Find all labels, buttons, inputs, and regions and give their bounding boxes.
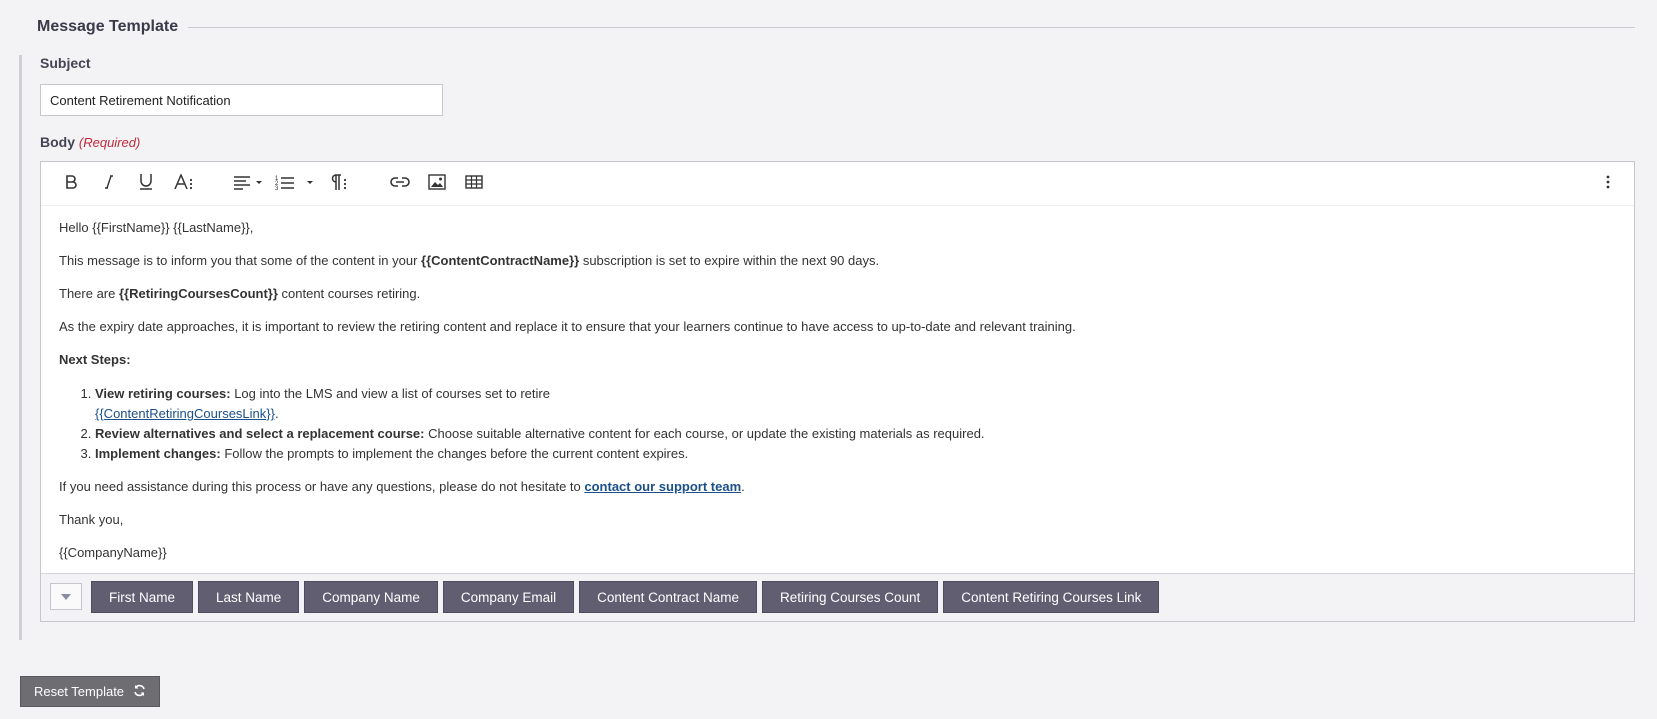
italic-icon	[102, 174, 116, 195]
more-vertical-icon	[1606, 175, 1610, 194]
body-label: Body (Required)	[40, 134, 140, 150]
ordered-list-dropdown-button[interactable]: 123	[275, 170, 315, 198]
refresh-icon	[133, 684, 146, 700]
merge-tag-content-contract-name[interactable]: Content Contract Name	[579, 581, 757, 613]
signature-paragraph: {{CompanyName}}	[59, 545, 167, 560]
subject-label: Subject	[40, 55, 91, 71]
merge-tag-bar: First Name Last Name Company Name Compan…	[41, 573, 1634, 621]
merge-tags-toggle[interactable]	[50, 583, 82, 610]
underline-icon	[138, 173, 154, 196]
merge-tag-retiring-courses-count[interactable]: Retiring Courses Count	[761, 581, 939, 613]
support-paragraph: If you need assistance during this proce…	[59, 479, 745, 494]
align-icon	[233, 174, 265, 195]
section-title: Message Template	[37, 18, 179, 35]
bold-icon	[64, 174, 78, 195]
table-icon	[465, 174, 483, 194]
font-size-button[interactable]	[169, 170, 199, 198]
bold-button[interactable]	[57, 170, 85, 198]
image-icon	[428, 173, 446, 195]
expiry-paragraph: As the expiry date approaches, it is imp…	[59, 319, 1076, 334]
underline-button[interactable]	[132, 170, 160, 198]
merge-tag-content-retiring-courses-link[interactable]: Content Retiring Courses Link	[943, 581, 1160, 613]
list-item: View retiring courses: Log into the LMS …	[95, 384, 1616, 424]
retiring-courses-link[interactable]: {{ContentRetiringCoursesLink}}	[95, 406, 275, 421]
table-button[interactable]	[459, 170, 489, 198]
list-item: Review alternatives and select a replace…	[95, 424, 1616, 444]
svg-text:3: 3	[275, 186, 279, 190]
body-label-text: Body	[40, 134, 75, 150]
greeting-paragraph: Hello {{FirstName}} {{LastName}},	[59, 220, 254, 235]
paragraph-format-button[interactable]	[324, 170, 352, 198]
count-paragraph: There are {{RetiringCoursesCount}} conte…	[59, 286, 421, 301]
retiring-count-token: {{RetiringCoursesCount}}	[118, 286, 278, 301]
paragraph-format-icon	[328, 173, 348, 195]
contract-name-token: {{ContentContractName}}	[421, 253, 580, 268]
next-steps-heading: Next Steps:	[59, 352, 131, 367]
merge-tag-first-name[interactable]: First Name	[91, 581, 194, 613]
link-button[interactable]	[385, 170, 415, 198]
steps-list: View retiring courses: Log into the LMS …	[59, 384, 1616, 464]
required-indicator: (Required)	[78, 135, 141, 150]
merge-tags: First Name Last Name Company Name Compan…	[91, 581, 1160, 613]
editor-toolbar: 123	[41, 162, 1634, 206]
italic-button[interactable]	[95, 170, 123, 198]
more-options-button[interactable]	[1598, 170, 1618, 198]
intro-paragraph: This message is to inform you that some …	[59, 253, 880, 268]
reset-template-label: Reset Template	[33, 684, 125, 699]
section-divider	[188, 26, 1635, 28]
image-button[interactable]	[422, 170, 452, 198]
link-icon	[390, 175, 410, 193]
merge-tag-company-email[interactable]: Company Email	[442, 581, 575, 613]
list-item: Implement changes: Follow the prompts to…	[95, 444, 1616, 464]
section-left-border	[19, 55, 22, 640]
merge-tag-last-name[interactable]: Last Name	[198, 581, 300, 613]
thanks-paragraph: Thank you,	[59, 512, 124, 527]
reset-template-button[interactable]: Reset Template	[20, 676, 160, 707]
merge-tag-company-name[interactable]: Company Name	[304, 581, 438, 613]
support-team-link[interactable]: contact our support team	[584, 479, 741, 494]
subject-input[interactable]	[40, 84, 443, 116]
font-size-icon	[174, 172, 194, 195]
section-header: Message Template	[37, 16, 1635, 38]
rich-text-editor: 123 Hello {{FirstName}} {{LastName}}, Th…	[40, 161, 1635, 622]
caret-down-icon	[60, 588, 72, 606]
editor-content[interactable]: Hello {{FirstName}} {{LastName}}, This m…	[41, 206, 1634, 573]
align-dropdown-button[interactable]	[232, 170, 266, 198]
ordered-list-icon: 123	[275, 174, 315, 195]
